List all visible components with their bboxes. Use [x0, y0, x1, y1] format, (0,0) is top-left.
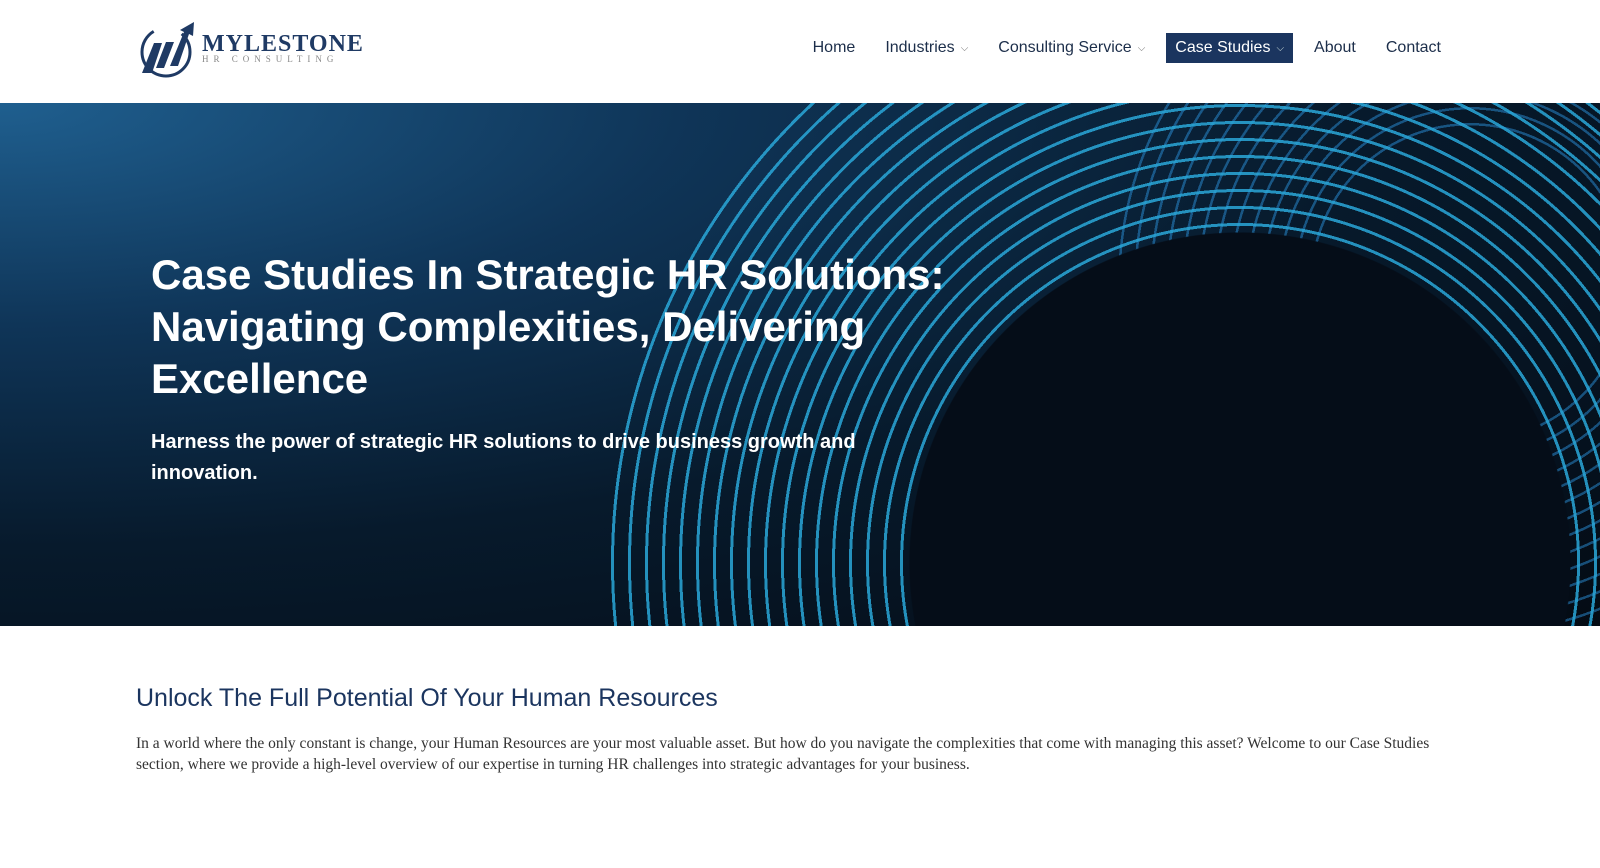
hero-title: Case Studies In Strategic HR Solutions: …: [151, 251, 945, 402]
hero-banner: Case Studies In Strategic HR Solutions: …: [0, 103, 1600, 626]
nav-case-studies[interactable]: Case Studies ⌵: [1166, 33, 1294, 63]
nav-contact[interactable]: Contact: [1377, 33, 1450, 63]
nav-about[interactable]: About: [1305, 33, 1365, 63]
nav-home[interactable]: Home: [804, 33, 865, 63]
nav-label: Contact: [1385, 39, 1441, 56]
nav-label: Consulting Service: [998, 39, 1132, 56]
chevron-down-icon: ⌵: [1276, 42, 1285, 54]
nav-label: About: [1314, 39, 1356, 56]
chevron-down-icon: ⌵: [960, 42, 969, 54]
nav-label: Case Studies: [1175, 39, 1271, 56]
site-header: MYLESTONE HR CONSULTING Home Industries ⌵…: [0, 0, 1600, 103]
main-nav: Home Industries ⌵ Consulting Service ⌵ Cas…: [792, 33, 1450, 63]
logo-name: MYLESTONE: [202, 31, 364, 57]
chevron-down-icon: ⌵: [1137, 42, 1146, 54]
hero-subtitle: Harness the power of strategic HR soluti…: [151, 431, 856, 484]
intro-section: Unlock The Full Potential Of Your Human …: [0, 626, 1600, 775]
nav-label: Industries: [885, 39, 955, 56]
logo[interactable]: MYLESTONE HR CONSULTING: [136, 18, 364, 78]
logo-mark-icon: [140, 22, 194, 78]
intro-heading: Unlock The Full Potential Of Your Human …: [136, 684, 718, 712]
nav-industries[interactable]: Industries ⌵: [876, 33, 977, 63]
intro-body: In a world where the only constant is ch…: [136, 735, 1430, 773]
nav-consulting-service[interactable]: Consulting Service ⌵: [989, 33, 1154, 63]
nav-label: Home: [812, 39, 856, 56]
